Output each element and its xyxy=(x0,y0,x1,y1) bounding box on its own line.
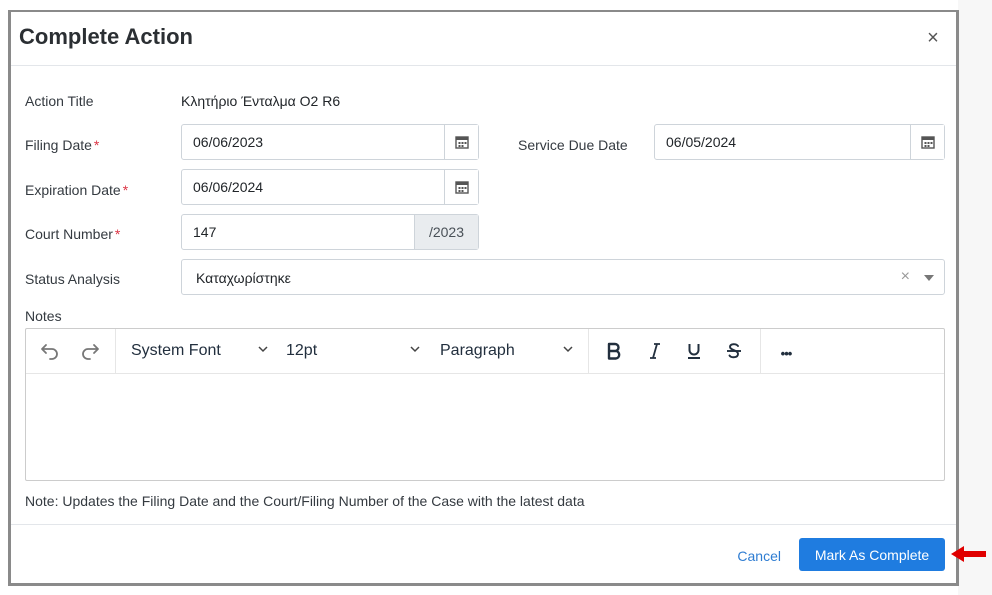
action-title-value: Κλητήριο Ένταλμα Ο2 R6 xyxy=(181,93,341,109)
complete-action-dialog: Complete Action × Action Title Κλητήριο … xyxy=(8,10,959,586)
mark-as-complete-button[interactable]: Mark As Complete xyxy=(799,538,945,571)
court-number-field: /2023 xyxy=(181,214,479,250)
calendar-icon[interactable] xyxy=(910,125,944,159)
dialog-header: Complete Action × xyxy=(11,12,956,66)
required-mark: * xyxy=(122,182,129,198)
chevron-down-icon[interactable] xyxy=(924,275,934,281)
court-number-label: Court Number * xyxy=(25,226,121,242)
status-analysis-value: Καταχωρίστηκε xyxy=(196,270,291,286)
update-note: Note: Updates the Filing Date and the Co… xyxy=(25,493,585,509)
cancel-button[interactable]: Cancel xyxy=(737,548,781,564)
editor-content-area[interactable] xyxy=(26,375,944,480)
close-icon[interactable]: × xyxy=(922,28,944,50)
annotation-arrow-icon xyxy=(951,546,986,562)
chevron-down-icon xyxy=(258,346,268,353)
service-due-date-field xyxy=(654,124,945,160)
required-mark: * xyxy=(114,226,121,242)
expiration-date-field xyxy=(181,169,479,205)
filing-date-input[interactable] xyxy=(182,125,444,159)
expiration-date-input[interactable] xyxy=(182,170,444,204)
dialog-title: Complete Action xyxy=(19,24,193,49)
service-due-date-label: Service Due Date xyxy=(518,137,628,153)
font-family-label: System Font xyxy=(131,342,221,359)
calendar-icon[interactable] xyxy=(444,170,478,204)
service-due-date-input[interactable] xyxy=(655,125,910,159)
required-mark: * xyxy=(93,137,100,153)
action-title-label: Action Title xyxy=(25,93,94,109)
block-format-label: Paragraph xyxy=(440,342,515,359)
calendar-icon[interactable] xyxy=(444,125,478,159)
chevron-down-icon xyxy=(563,346,573,353)
background-page-edge xyxy=(958,0,992,595)
filing-date-label: Filing Date * xyxy=(25,137,100,153)
editor-toolbar: System Font 12pt Paragraph ••• xyxy=(26,329,944,374)
dialog-footer: Cancel Mark As Complete xyxy=(11,524,956,586)
history-group xyxy=(26,329,116,374)
font-size-label: 12pt xyxy=(286,342,318,359)
underline-icon[interactable] xyxy=(683,339,705,363)
court-number-input[interactable] xyxy=(182,215,414,249)
undo-icon[interactable] xyxy=(38,339,62,363)
italic-icon[interactable] xyxy=(644,339,666,363)
strikethrough-icon[interactable] xyxy=(723,339,745,363)
text-style-group xyxy=(589,329,761,374)
status-analysis-label: Status Analysis xyxy=(25,271,120,287)
expiration-date-label: Expiration Date * xyxy=(25,182,129,198)
court-number-year-suffix: /2023 xyxy=(414,215,478,249)
chevron-down-icon xyxy=(410,346,420,353)
more-options-icon[interactable]: ••• xyxy=(773,341,799,365)
bold-icon[interactable] xyxy=(603,339,625,363)
notes-label: Notes xyxy=(25,308,62,324)
filing-date-field xyxy=(181,124,479,160)
clear-selection-icon[interactable]: × xyxy=(901,268,910,286)
notes-rich-text-editor: System Font 12pt Paragraph ••• xyxy=(25,328,945,481)
status-analysis-select[interactable]: Καταχωρίστηκε × xyxy=(181,259,945,295)
format-dropdowns-group: System Font 12pt Paragraph xyxy=(116,329,589,374)
redo-icon[interactable] xyxy=(78,339,102,363)
